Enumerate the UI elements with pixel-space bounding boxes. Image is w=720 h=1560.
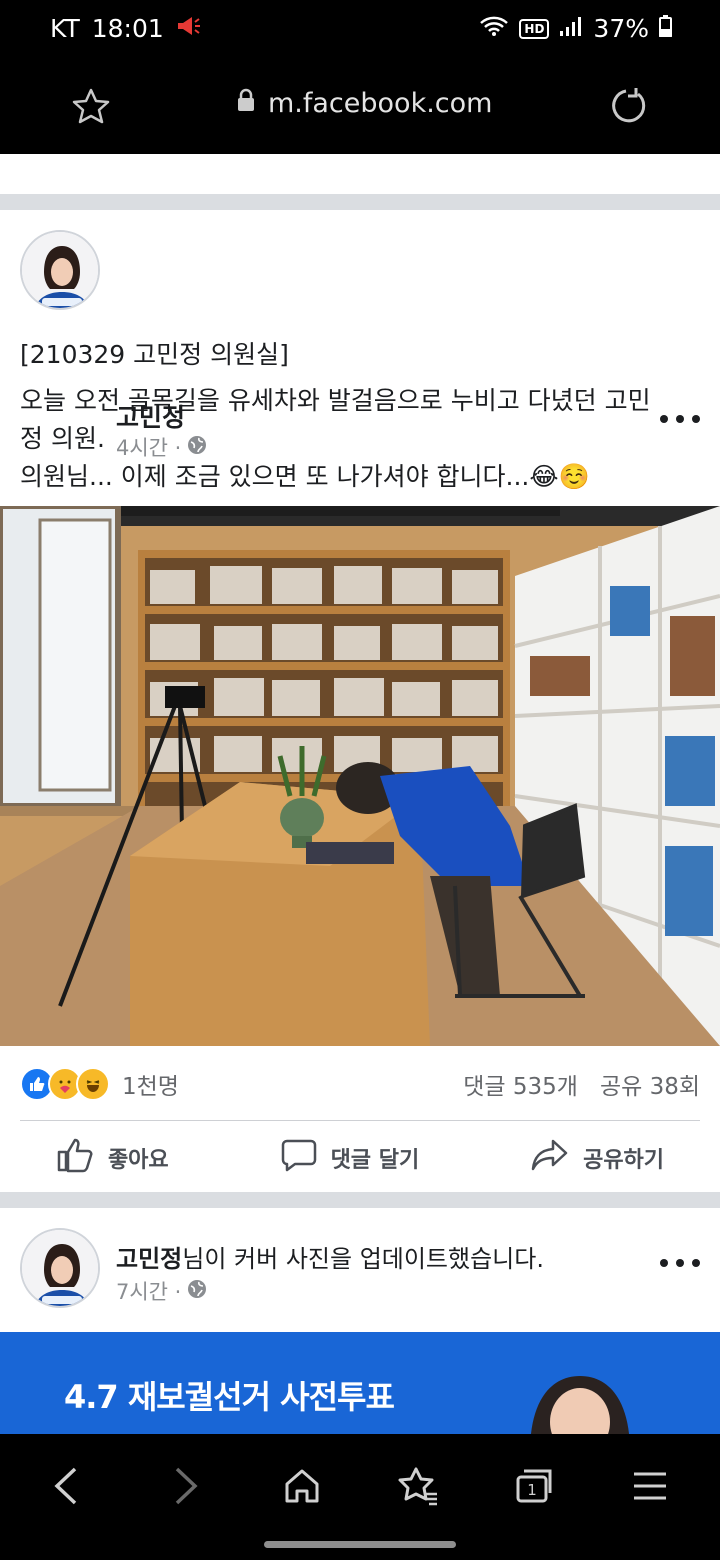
post-meta: 7시간 · [116,1276,207,1306]
facebook-feed[interactable]: 고민정 4시간 · [210329 고민정 의원실] 오늘 오전 골목길을 유세… [0,154,720,1434]
post-text-line: 오늘 오전 골목길을 유세차와 발걸음으로 누비고 다녔던 고민 [20,386,651,415]
gesture-bar[interactable] [264,1541,456,1548]
post-text: [210329 고민정 의원실] 오늘 오전 골목길을 유세차와 발걸음으로 누… [20,336,710,496]
battery-icon [659,14,672,43]
post-photo[interactable] [0,506,720,1046]
comment-label: 댓글 달기 [330,1148,420,1173]
comment-bubble-icon [281,1137,317,1179]
share-count[interactable]: 공유 38회 [600,1067,700,1101]
cover-text: 4.7 재보궐선거 사전투표 [64,1378,395,1416]
bookmark-star-icon[interactable] [70,86,112,132]
reaction-count: 1천명 [122,1074,179,1100]
haha-reaction-icon [76,1067,110,1101]
comment-button[interactable]: 댓글 달기 [281,1137,420,1179]
tabs-icon[interactable]: 1 [504,1456,564,1516]
post-header-text: 고민정님이 커버 사진을 업데이트했습니다. [116,1239,544,1274]
divider [20,1120,700,1121]
url-text: m.facebook.com [268,88,493,119]
reactions-summary[interactable]: 1천명 댓글 535개 공유 38회 [20,1064,700,1104]
post-author-name[interactable]: 고민정 [116,1245,182,1273]
post-text-line: 의원님... 이제 조금 있으면 또 나가셔야 합니다...😂☺️ [20,462,590,491]
forward-icon[interactable] [156,1456,216,1516]
reload-icon[interactable] [608,86,648,130]
feed-separator [0,194,720,210]
comment-count[interactable]: 댓글 535개 [463,1067,578,1101]
svg-text:1: 1 [527,1481,537,1499]
wifi-icon [479,14,509,43]
share-label: 공유하기 [583,1148,665,1173]
battery-label: 37% [593,14,649,43]
lock-icon [236,88,256,119]
status-bar: KT 18:01 HD 37% [0,0,720,62]
thumbs-up-icon [56,1137,94,1179]
hd-badge: HD [519,18,550,39]
post-text-line: [210329 고민정 의원실] [20,340,289,369]
home-icon[interactable] [272,1456,332,1516]
globe-icon [187,1279,207,1304]
like-button[interactable]: 좋아요 [56,1137,169,1179]
url-bar[interactable]: m.facebook.com [236,88,492,119]
post-time: 7시간 · [116,1280,182,1304]
avatar[interactable] [20,1228,100,1308]
cover-photo[interactable]: 4.7 재보궐선거 사전투표 [0,1332,720,1434]
carrier-label: KT [50,14,80,43]
megaphone-icon [176,14,202,43]
back-icon[interactable] [36,1456,96,1516]
avatar[interactable] [20,230,100,310]
signal-icon [559,14,583,43]
reaction-icons [20,1067,110,1101]
engagement-counts: 댓글 535개 공유 38회 [463,1067,700,1101]
more-options-icon[interactable] [660,1248,700,1278]
feed-separator [0,1192,720,1208]
post-actions: 좋아요 댓글 달기 공유하기 [0,1126,720,1190]
post-action-text: 님이 커버 사진을 업데이트했습니다. [182,1245,544,1273]
share-button[interactable]: 공유하기 [531,1138,664,1178]
cover-portrait [531,1376,629,1434]
menu-icon[interactable] [620,1456,680,1516]
clock: 18:01 [91,14,164,43]
share-arrow-icon [531,1138,569,1178]
bookmarks-star-icon[interactable] [388,1456,448,1516]
like-label: 좋아요 [107,1148,169,1173]
browser-toolbar: m.facebook.com [0,62,720,154]
post-text-line: 정 의원. [20,424,105,453]
browser-bottom-nav: 1 [0,1434,720,1560]
